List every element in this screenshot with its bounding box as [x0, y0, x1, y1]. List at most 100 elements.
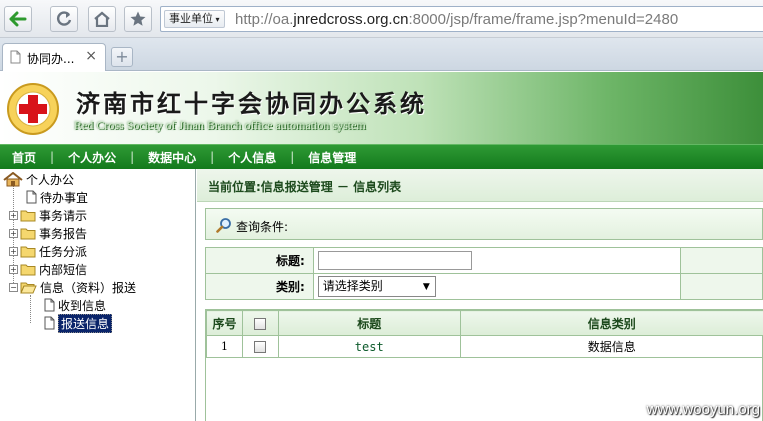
system-title: 济南市红十字会协同办公系统	[76, 89, 427, 118]
menu-item-data-center[interactable]: 数据中心	[148, 149, 196, 166]
document-icon	[44, 298, 55, 312]
breadcrumb: 当前位置:信息报送管理 － 信息列表	[208, 180, 402, 194]
expand-plus-icon[interactable]: +	[9, 246, 18, 256]
refresh-icon	[57, 11, 72, 26]
select-all-checkbox[interactable]	[254, 317, 267, 330]
back-button[interactable]	[4, 6, 32, 32]
system-subtitle: Red Cross Society of Jinan Branch office…	[74, 118, 366, 132]
home-icon	[94, 11, 110, 27]
info-table: 序号 标题 信息类别 1 test 数据信息	[206, 310, 763, 358]
collapse-minus-icon[interactable]: −	[9, 282, 18, 292]
tree-child-submitted[interactable]: 报送信息	[44, 313, 113, 333]
dropdown-arrow-icon: ▼	[422, 282, 430, 292]
refresh-button[interactable]	[50, 6, 78, 32]
menu-item-home[interactable]: 首页	[12, 149, 36, 166]
form-filler-cell	[680, 273, 763, 300]
menu-separator: |	[50, 150, 55, 164]
tree-item-label: 内部短信	[39, 262, 88, 277]
query-label: 查询条件:	[236, 220, 289, 234]
tree-item-info-submission[interactable]: − 信息（资料）报送	[9, 278, 136, 296]
url-path: :8000/jsp/frame/frame.jsp?menuId=2480	[408, 11, 679, 28]
zone-label: 事业单位	[169, 12, 213, 25]
page-icon	[10, 50, 21, 64]
main-menu: 首页 | 个人办公 | 数据中心 | 个人信息 | 信息管理	[0, 144, 763, 169]
row-checkbox-cell	[241, 335, 279, 358]
breadcrumb-bar: 当前位置:信息报送管理 － 信息列表	[197, 169, 763, 202]
table-header-row: 序号 标题 信息类别	[206, 310, 763, 336]
url-host: jnredcross.org.cn	[293, 11, 409, 28]
browser-tab[interactable]: 协同办... ×	[2, 43, 106, 71]
type-select[interactable]: 请选择类别 ▼	[317, 276, 436, 297]
tree-item-label: 待办事宜	[40, 190, 89, 205]
home-button[interactable]	[88, 6, 116, 32]
menu-separator: |	[130, 150, 135, 164]
new-tab-button[interactable]: +	[111, 47, 133, 67]
tree-item-todo[interactable]: 待办事宜	[26, 188, 88, 206]
close-icon[interactable]: ×	[85, 48, 97, 64]
type-field-label: 类别:	[205, 273, 314, 300]
row-category: 数据信息	[459, 335, 763, 358]
menu-item-info-management[interactable]: 信息管理	[308, 149, 356, 166]
document-icon	[44, 316, 55, 330]
menu-separator: |	[210, 150, 215, 164]
menu-separator: |	[290, 150, 295, 164]
row-title-link[interactable]: test	[277, 335, 461, 358]
column-header-category: 信息类别	[459, 310, 763, 336]
folder-icon	[20, 264, 36, 275]
title-field-label: 标题:	[205, 247, 314, 274]
title-input[interactable]	[317, 251, 472, 270]
tree-root-label: 个人办公	[26, 172, 75, 187]
star-icon	[130, 11, 146, 26]
tab-title: 协同办...	[27, 52, 75, 66]
menu-item-personal-info[interactable]: 个人信息	[228, 149, 276, 166]
url-text[interactable]: http://oa.jnredcross.org.cn:8000/jsp/fra…	[235, 11, 678, 28]
chevron-down-icon: ▾	[213, 15, 220, 24]
expand-plus-icon[interactable]: +	[9, 264, 18, 274]
folder-icon	[20, 246, 36, 257]
tree-root[interactable]: 个人办公	[2, 170, 74, 188]
tree-item-label: 任务分派	[39, 244, 88, 259]
row-checkbox[interactable]	[254, 341, 267, 353]
content-area: 当前位置:信息报送管理 － 信息列表 查询条件: 标题: 类别: 请选择类别 ▼	[197, 169, 763, 421]
column-header-title: 标题	[277, 310, 461, 336]
tree-child-label-selected: 报送信息	[58, 313, 113, 333]
tab-bar: 协同办... × +	[0, 38, 763, 71]
tree-item-label: 事务请示	[39, 208, 88, 223]
form-filler-cell	[680, 247, 763, 274]
tree-item-label: 信息（资料）报送	[40, 280, 137, 295]
favorites-button[interactable]	[124, 6, 152, 32]
expand-plus-icon[interactable]: +	[9, 210, 18, 220]
back-arrow-icon	[9, 11, 27, 27]
browser-toolbar: 事业单位 ▾ http://oa.jnredcross.org.cn:8000/…	[0, 0, 763, 38]
title-field-cell	[312, 247, 682, 274]
nav-tree: 个人办公 待办事宜 + 事务请示 + 事务报告 + 任务分派 + 内部短信 − …	[0, 169, 196, 421]
open-folder-icon	[20, 282, 37, 293]
menu-item-personal-office[interactable]: 个人办公	[68, 149, 116, 166]
tree-child-received[interactable]: 收到信息	[44, 296, 106, 314]
tree-item-label: 事务报告	[39, 226, 88, 241]
type-select-value: 请选择类别	[322, 279, 383, 293]
column-header-select	[241, 310, 279, 336]
table-row[interactable]: 1 test 数据信息	[206, 335, 763, 358]
document-icon	[26, 190, 37, 204]
tree-item-reports[interactable]: + 事务报告	[9, 224, 87, 242]
tree-item-requests[interactable]: + 事务请示	[9, 206, 87, 224]
watermark: www.wooyun.org	[646, 401, 760, 418]
site-banner: 济南市红十字会协同办公系统 Red Cross Society of Jinan…	[0, 72, 763, 144]
query-form: 标题: 类别: 请选择类别 ▼	[205, 247, 763, 300]
tree-guide-line	[30, 295, 31, 323]
row-index: 1	[206, 335, 243, 358]
zone-dropdown[interactable]: 事业单位 ▾	[164, 10, 225, 28]
tree-child-label: 收到信息	[58, 298, 107, 313]
search-icon	[216, 218, 231, 233]
url-prefix: http://oa.	[235, 11, 294, 28]
address-bar[interactable]: 事业单位 ▾ http://oa.jnredcross.org.cn:8000/…	[160, 6, 763, 32]
column-header-index: 序号	[206, 310, 243, 336]
house-icon	[3, 171, 23, 186]
expand-plus-icon[interactable]: +	[9, 228, 18, 238]
tree-item-messages[interactable]: + 内部短信	[9, 260, 87, 278]
red-cross-logo-icon	[7, 83, 59, 135]
type-field-cell: 请选择类别 ▼	[312, 273, 682, 300]
tree-item-tasks[interactable]: + 任务分派	[9, 242, 87, 260]
folder-icon	[20, 228, 36, 239]
